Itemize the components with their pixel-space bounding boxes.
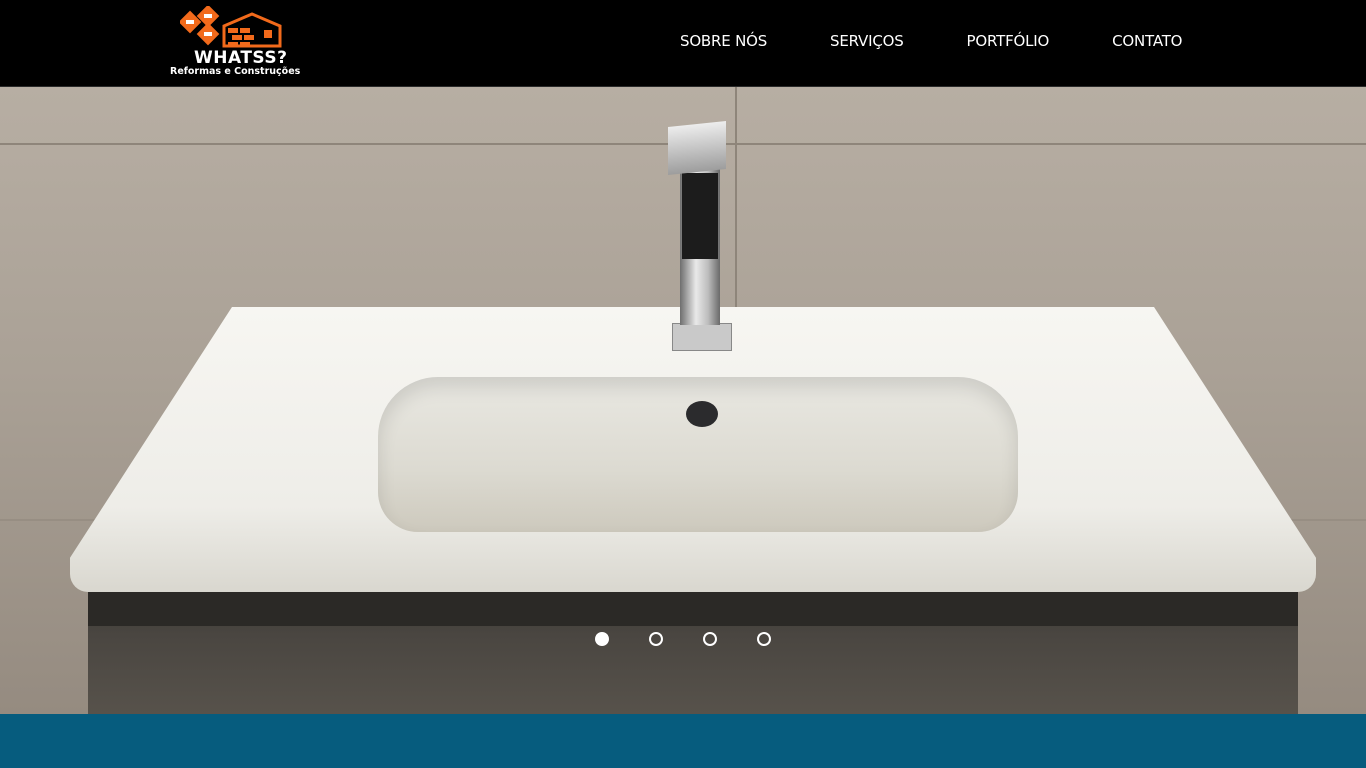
slide-dot-2[interactable] <box>649 632 663 646</box>
slide-dot-1[interactable] <box>595 632 609 646</box>
main-nav: SOBRE NÓS SERVIÇOS PORTFÓLIO CONTATO <box>680 32 1245 50</box>
slider-pagination <box>595 632 811 646</box>
faucet-base <box>672 323 732 351</box>
faucet-handle <box>668 120 726 176</box>
slide-dot-3[interactable] <box>703 632 717 646</box>
nav-item-contato[interactable]: CONTATO <box>1112 32 1182 50</box>
brand-logo[interactable]: WHATSS? Reformas e Construções <box>168 6 313 80</box>
brand-tagline: Reformas e Construções <box>170 66 301 77</box>
faucet-reflection <box>682 173 718 259</box>
nav-item-sobre-nos[interactable]: SOBRE NÓS <box>680 32 767 50</box>
house-brick-tools-logo-icon <box>180 6 282 48</box>
brand-name: WHATSS? <box>194 48 288 68</box>
nav-item-portfolio[interactable]: PORTFÓLIO <box>967 32 1050 50</box>
tile-joint <box>735 87 737 317</box>
sink-drain <box>686 401 718 427</box>
vanity-cabinet <box>88 592 1298 714</box>
section-band <box>0 714 1366 768</box>
site-header: WHATSS? Reformas e Construções SOBRE NÓS… <box>0 0 1366 87</box>
nav-item-servicos[interactable]: SERVIÇOS <box>830 32 904 50</box>
hero-slider[interactable] <box>0 87 1366 714</box>
slide-dot-4[interactable] <box>757 632 771 646</box>
